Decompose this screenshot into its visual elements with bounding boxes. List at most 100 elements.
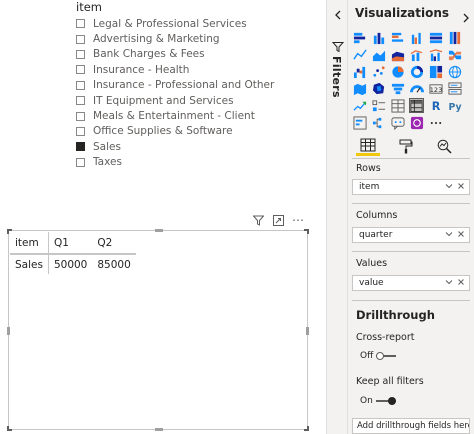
corner-handle-bl[interactable] [7,426,12,431]
columns-well[interactable]: quarter [352,227,470,243]
gauge-icon[interactable] [409,81,424,96]
key-influencers-icon[interactable] [352,115,367,130]
filters-label[interactable]: Filters [330,56,343,98]
filters-pane[interactable]: Filters [326,0,348,434]
multi-row-card-icon[interactable] [447,81,462,96]
list-item[interactable]: Insurance - Health [76,62,306,77]
checkbox[interactable] [76,126,85,136]
stacked-area-chart-icon[interactable] [390,47,405,62]
chevron-left-icon[interactable] [332,6,344,20]
more-visuals-icon[interactable] [428,115,443,130]
analytics-magnifier-icon[interactable] [432,136,456,156]
resize-handle-top[interactable] [155,229,163,232]
scatter-chart-icon[interactable] [371,64,386,79]
resize-handle-bottom[interactable] [155,428,163,431]
python-visual-icon[interactable]: Py [447,98,462,113]
format-paint-roller-icon[interactable] [394,136,418,156]
matrix-header-item[interactable]: item [10,232,49,255]
matrix-icon[interactable] [409,98,424,113]
line-clustered-column-icon[interactable] [428,47,443,62]
drillthrough-well[interactable]: Add drillthrough fields here [352,418,470,434]
list-item[interactable]: Meals & Entertainment - Client [76,108,306,123]
matrix-row-label[interactable]: Sales [10,254,49,274]
chevron-down-icon[interactable] [445,182,453,193]
list-item[interactable]: Advertising & Marketing [76,31,306,46]
cross-report-label: Cross-report [356,332,415,343]
map-icon[interactable] [447,64,462,79]
line-chart-icon[interactable] [352,47,367,62]
100-bar-chart-icon[interactable] [428,30,443,45]
waterfall-chart-icon[interactable] [352,64,367,79]
treemap-icon[interactable] [428,64,443,79]
list-item[interactable]: Legal & Professional Services [76,16,306,31]
chevron-down-icon[interactable] [445,278,453,289]
checkbox[interactable] [76,65,85,75]
line-column-chart-icon[interactable] [409,47,424,62]
donut-chart-icon[interactable] [409,64,424,79]
filled-map-icon[interactable] [352,81,367,96]
matrix-header-q1[interactable]: Q1 [48,232,93,255]
chevron-down-icon[interactable] [445,230,453,241]
checkbox[interactable] [76,111,85,121]
toggle-track[interactable] [375,397,396,405]
values-field[interactable]: value [359,278,384,288]
checkbox[interactable] [76,80,85,90]
decomposition-tree-icon[interactable] [371,115,386,130]
slicer-icon[interactable] [371,98,386,113]
rows-field[interactable]: item [359,182,379,192]
clustered-column-chart-icon[interactable] [409,30,424,45]
resize-handle-right[interactable] [306,327,309,335]
chevron-right-icon[interactable] [461,8,471,23]
r-script-icon[interactable]: R [428,98,443,113]
focus-mode-icon[interactable] [272,214,284,226]
checkbox[interactable] [76,96,85,106]
clustered-bar-chart-icon[interactable] [390,30,405,45]
close-icon[interactable] [457,278,465,289]
table-icon[interactable] [390,98,405,113]
filter-icon[interactable] [252,214,264,226]
matrix-cell[interactable]: 85000 [92,254,135,274]
columns-field[interactable]: quarter [359,230,392,240]
toggle-knob[interactable] [387,397,396,405]
qa-icon[interactable] [390,115,405,130]
matrix-header-q2[interactable]: Q2 [92,232,136,255]
ribbon-chart-icon[interactable] [447,47,462,62]
matrix-cell[interactable]: 50000 [48,254,92,274]
toggle-track[interactable] [376,352,397,360]
close-icon[interactable] [457,230,465,241]
close-icon[interactable] [457,182,465,193]
list-item[interactable]: IT Equipment and Services [76,93,306,108]
funnel-icon[interactable] [390,81,405,96]
list-item[interactable]: Taxes [76,155,306,170]
checkbox[interactable] [76,142,85,152]
arcgis-icon[interactable] [409,115,424,130]
keep-filters-toggle[interactable]: On [360,396,396,406]
stacked-column-chart-icon[interactable] [371,30,386,45]
toggle-knob[interactable] [376,352,385,360]
checkbox[interactable] [76,157,85,167]
checkbox[interactable] [76,19,85,29]
pie-chart-icon[interactable] [390,64,405,79]
stacked-bar-chart-icon[interactable] [352,30,367,45]
checkbox[interactable] [76,49,85,59]
corner-handle-br[interactable] [304,426,309,431]
card-icon[interactable]: 123 [428,81,443,96]
resize-handle-left[interactable] [7,327,10,335]
checkbox[interactable] [76,34,85,44]
cross-report-toggle[interactable]: Off [360,351,397,361]
kpi-icon[interactable] [352,98,367,113]
slicer-item-label: Insurance - Professional and Other [93,79,275,92]
list-item[interactable]: Sales [76,139,306,154]
list-item[interactable]: Office Supplies & Software [76,124,306,139]
list-item[interactable]: Insurance - Professional and Other [76,78,306,93]
shape-map-icon[interactable] [371,81,386,96]
values-well[interactable]: value [352,275,470,291]
item-slicer: item Legal & Professional Services Advert… [76,0,306,170]
rows-well[interactable]: item [352,179,470,195]
list-item[interactable]: Bank Charges & Fees [76,47,306,62]
fields-tab-icon[interactable] [356,136,380,156]
100-column-chart-icon[interactable] [447,30,462,45]
corner-handle-tr[interactable] [304,229,309,234]
more-options-icon[interactable]: ⋯ [292,213,304,227]
area-chart-icon[interactable] [371,47,386,62]
